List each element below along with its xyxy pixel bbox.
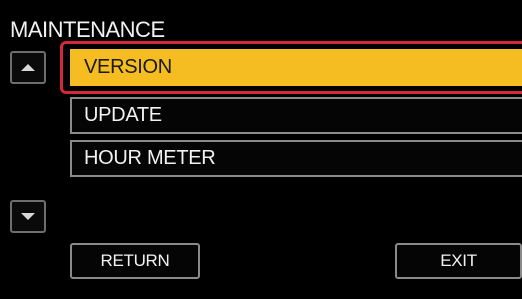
menu-item-hour-meter[interactable]: HOUR METER <box>70 140 522 177</box>
return-button[interactable]: RETURN <box>70 243 200 279</box>
scroll-down-button[interactable] <box>10 200 46 233</box>
exit-button[interactable]: EXIT <box>395 243 522 279</box>
scroll-up-button[interactable] <box>10 51 46 84</box>
menu-item-version[interactable]: VERSION <box>70 49 522 86</box>
maintenance-screen: MAINTENANCE VERSION UPDATE HOUR METER RE… <box>0 0 522 299</box>
triangle-down-icon <box>21 213 35 220</box>
menu-item-update[interactable]: UPDATE <box>70 97 522 134</box>
page-title: MAINTENANCE <box>10 17 165 42</box>
triangle-up-icon <box>21 64 35 71</box>
